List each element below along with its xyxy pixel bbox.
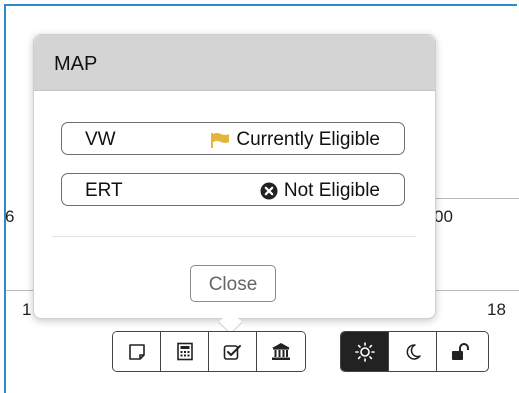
x-circle-icon	[260, 182, 278, 200]
note-button[interactable]	[113, 332, 161, 371]
light-mode-button[interactable]	[341, 332, 389, 371]
eligibility-status: Not Eligible	[283, 180, 380, 201]
eligibility-item-ert[interactable]: ERT Not Eligible	[61, 173, 405, 206]
popover-divider	[52, 236, 416, 237]
eligibility-label: ERT	[85, 180, 123, 201]
flag-icon	[211, 133, 230, 148]
bg-axis-right: 18	[487, 300, 506, 319]
close-button[interactable]: Close	[190, 265, 276, 302]
bank-icon	[272, 343, 290, 360]
checkbox-icon	[223, 344, 241, 360]
tool-button-group	[112, 331, 306, 372]
note-icon	[128, 343, 145, 360]
lock-button[interactable]	[437, 332, 485, 371]
dark-mode-button[interactable]	[389, 332, 437, 371]
bg-value-left: 6	[5, 207, 15, 226]
view-button-group	[340, 331, 489, 372]
bg-axis-left: 1	[22, 300, 32, 319]
checkbox-button[interactable]	[209, 332, 257, 371]
eligibility-item-vw[interactable]: VW Currently Eligible	[61, 122, 405, 155]
bg-value-right: 00	[434, 207, 453, 226]
sun-icon	[354, 341, 375, 362]
eligibility-label: VW	[85, 129, 116, 150]
popover-title: MAP	[34, 35, 435, 91]
map-popover: MAP VW Currently Eligible ERT Not Eligib…	[33, 34, 436, 319]
calculator-icon	[176, 342, 193, 361]
bank-button[interactable]	[257, 332, 305, 371]
eligibility-status: Currently Eligible	[236, 129, 380, 150]
unlock-icon	[452, 342, 469, 360]
moon-icon	[406, 343, 421, 360]
calculator-button[interactable]	[161, 332, 209, 371]
